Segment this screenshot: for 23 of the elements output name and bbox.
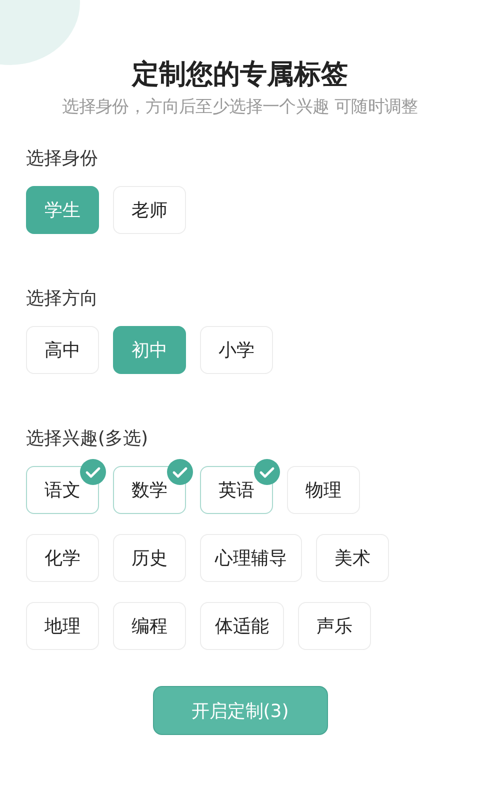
interest-chip[interactable]: 美术: [316, 534, 389, 582]
option-chip[interactable]: 老师: [113, 186, 186, 234]
interest-chip[interactable]: 英语: [200, 466, 273, 514]
option-chip[interactable]: 小学: [200, 326, 273, 374]
check-icon: [254, 459, 280, 485]
check-icon: [80, 459, 106, 485]
interest-chip[interactable]: 数学: [113, 466, 186, 514]
page-title: 定制您的专属标签: [130, 58, 349, 92]
section-label: 选择兴趣(多选): [26, 427, 150, 451]
page-subtitle: 选择身份，方向后至少选择一个兴趣 可随时调整: [61, 96, 419, 119]
interest-chip[interactable]: 地理: [26, 602, 99, 650]
interest-chip[interactable]: 语文: [26, 466, 99, 514]
section-label: 选择身份: [26, 147, 99, 171]
interest-chip[interactable]: 物理: [287, 466, 360, 514]
interest-chip[interactable]: 编程: [113, 602, 186, 650]
interest-chip[interactable]: 体适能: [200, 602, 284, 650]
interest-chip[interactable]: 化学: [26, 534, 99, 582]
interest-chip[interactable]: 心理辅导: [200, 534, 302, 582]
interest-chip[interactable]: 声乐: [298, 602, 371, 650]
check-icon: [167, 459, 193, 485]
interest-chip[interactable]: 历史: [113, 534, 186, 582]
section-label: 选择方向: [26, 287, 99, 311]
option-chip[interactable]: 高中: [26, 326, 99, 374]
